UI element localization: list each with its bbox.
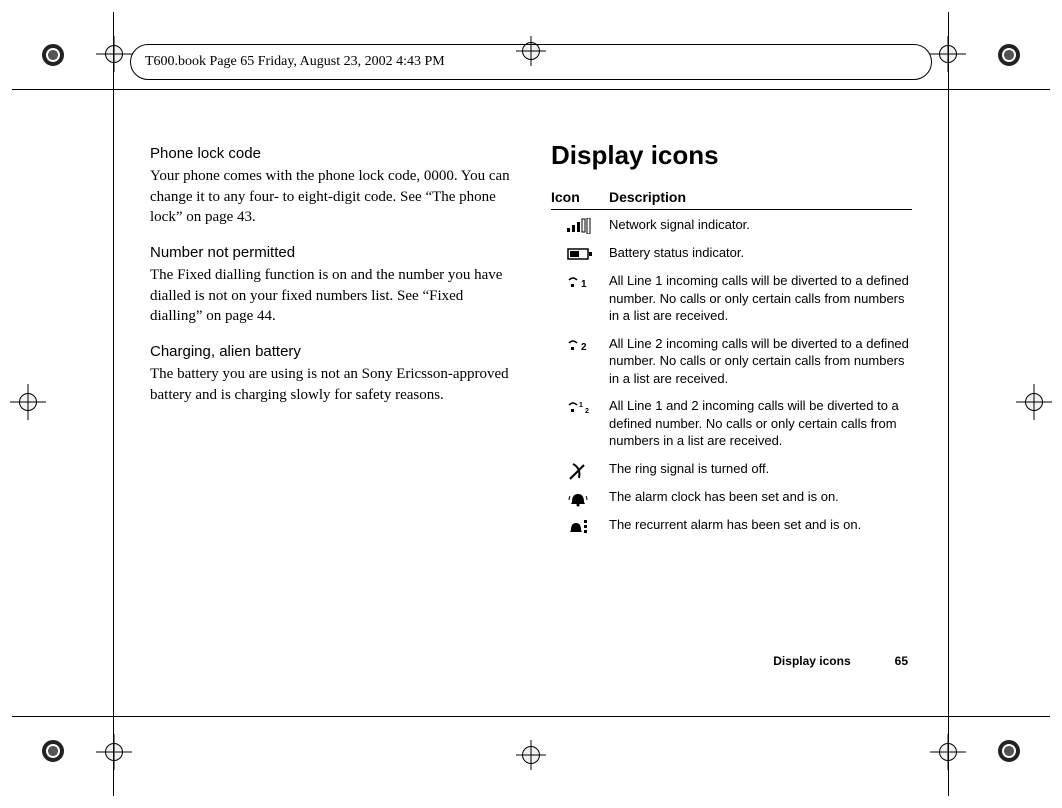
crop-line [113, 12, 114, 796]
registration-mark-icon [998, 44, 1020, 66]
row-desc: The ring signal is turned off. [609, 460, 912, 478]
recurrent-alarm-icon [567, 518, 593, 534]
table-row: 2 All Line 2 incoming calls will be dive… [551, 335, 912, 388]
table-row: Network signal indicator. [551, 216, 912, 234]
col-head-icon: Icon [551, 189, 609, 205]
svg-text:1: 1 [581, 279, 587, 290]
row-desc: The recurrent alarm has been set and is … [609, 516, 912, 534]
signal-bars-icon [567, 218, 593, 234]
crop-mark-icon [516, 740, 546, 770]
crop-mark-icon [10, 384, 46, 420]
left-column: Phone lock code Your phone comes with th… [150, 140, 511, 688]
table-row: 12 All Line 1 and 2 incoming calls will … [551, 397, 912, 450]
table-row: Battery status indicator. [551, 244, 912, 262]
table-row: The recurrent alarm has been set and is … [551, 516, 912, 534]
divert-line1-icon: 1 [567, 274, 593, 290]
svg-text:2: 2 [581, 342, 587, 353]
registration-mark-icon [42, 740, 64, 762]
footer-page: 65 [895, 654, 908, 668]
footer-section: Display icons [773, 654, 850, 668]
row-desc: Battery status indicator. [609, 244, 912, 262]
crop-line [12, 716, 1050, 717]
divert-line2-icon: 2 [567, 337, 593, 353]
table-header: Icon Description [551, 189, 912, 210]
table-row: 1 All Line 1 incoming calls will be dive… [551, 272, 912, 325]
header-text: T600.book Page 65 Friday, August 23, 200… [145, 54, 445, 70]
row-desc: The alarm clock has been set and is on. [609, 488, 912, 506]
divert-line12-icon: 12 [567, 399, 593, 415]
crop-line [948, 12, 949, 796]
crop-line [12, 89, 1050, 90]
page-footer: Display icons 65 [773, 654, 908, 668]
registration-mark-icon [998, 740, 1020, 762]
crop-mark-icon [96, 734, 132, 770]
table-row: The ring signal is turned off. [551, 460, 912, 478]
row-desc: All Line 2 incoming calls will be divert… [609, 335, 912, 388]
col-head-desc: Description [609, 189, 686, 205]
row-desc: All Line 1 incoming calls will be divert… [609, 272, 912, 325]
svg-text:1: 1 [579, 402, 583, 409]
alarm-on-icon [567, 490, 593, 506]
crop-mark-icon [96, 36, 132, 72]
row-desc: All Line 1 and 2 incoming calls will be … [609, 397, 912, 450]
page-header: T600.book Page 65 Friday, August 23, 200… [130, 44, 932, 80]
section-heading: Phone lock code [150, 144, 511, 164]
section-body: The Fixed dialling function is on and th… [150, 265, 511, 326]
right-column: Display icons Icon Description Network s… [551, 140, 912, 688]
section-body: The battery you are using is not an Sony… [150, 364, 511, 405]
table-row: The alarm clock has been set and is on. [551, 488, 912, 506]
registration-mark-icon [42, 44, 64, 66]
row-desc: Network signal indicator. [609, 216, 912, 234]
section-heading: Charging, alien battery [150, 342, 511, 362]
section-body: Your phone comes with the phone lock cod… [150, 166, 511, 227]
section-heading: Number not permitted [150, 243, 511, 263]
page-content: Phone lock code Your phone comes with th… [150, 140, 912, 688]
page-title: Display icons [551, 140, 912, 171]
battery-icon [567, 246, 593, 262]
crop-mark-icon [1016, 384, 1052, 420]
svg-text:2: 2 [585, 408, 589, 415]
ring-off-icon [567, 462, 593, 478]
